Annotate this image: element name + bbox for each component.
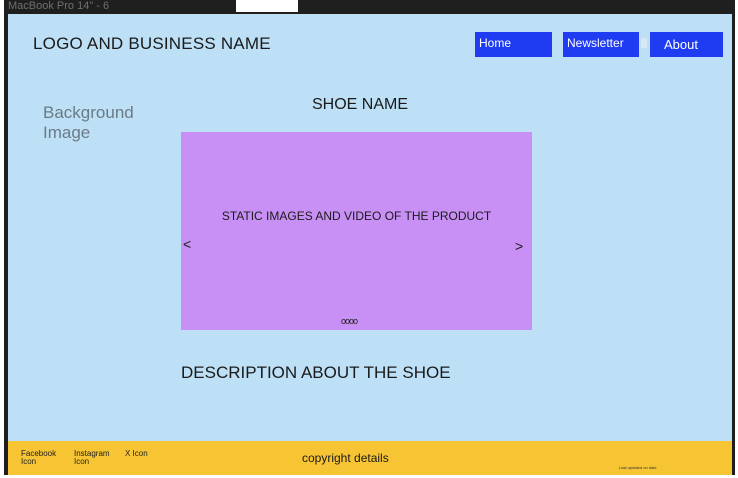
window-title-bar: MacBook Pro 14" - 6 xyxy=(4,0,735,14)
facebook-icon[interactable]: Facebook Icon xyxy=(21,450,56,466)
product-media-text: STATIC IMAGES AND VIDEO OF THE PRODUCT xyxy=(221,209,492,223)
background-image-text: Background Image xyxy=(43,103,134,142)
nav-separator xyxy=(641,38,647,48)
nav-about-button[interactable]: About xyxy=(650,32,723,57)
shoe-name-heading: SHOE NAME xyxy=(312,96,409,113)
nav-newsletter-button[interactable]: Newsletter xyxy=(563,32,639,57)
product-media-carousel[interactable]: STATIC IMAGES AND VIDEO OF THE PRODUCT <… xyxy=(181,132,532,330)
last-updated-text: Last updated on date xyxy=(619,465,657,470)
window-tab-highlight xyxy=(236,0,298,14)
carousel-dots[interactable]: oooo xyxy=(341,316,358,326)
background-image-label: Background Image xyxy=(43,103,163,143)
facebook-icon-line2: Icon xyxy=(21,457,37,466)
footer: Facebook Icon Instagram Icon X Icon copy… xyxy=(8,441,732,475)
x-icon-line1: X Icon xyxy=(125,449,148,458)
instagram-icon[interactable]: Instagram Icon xyxy=(74,450,110,466)
nav-home-button[interactable]: Home xyxy=(475,32,552,57)
copyright-details: copyright details xyxy=(302,451,389,465)
page-frame: LOGO AND BUSINESS NAME Home Newsletter A… xyxy=(8,14,735,475)
shoe-description: DESCRIPTION ABOUT THE SHOE xyxy=(181,363,451,382)
x-icon[interactable]: X Icon xyxy=(125,450,148,458)
window-title: MacBook Pro 14" - 6 xyxy=(8,0,110,12)
carousel-next-arrow-icon[interactable]: > xyxy=(515,238,523,254)
instagram-icon-line2: Icon xyxy=(74,457,90,466)
carousel-prev-arrow-icon[interactable]: < xyxy=(183,236,191,252)
logo-and-business-name: LOGO AND BUSINESS NAME xyxy=(33,34,271,53)
